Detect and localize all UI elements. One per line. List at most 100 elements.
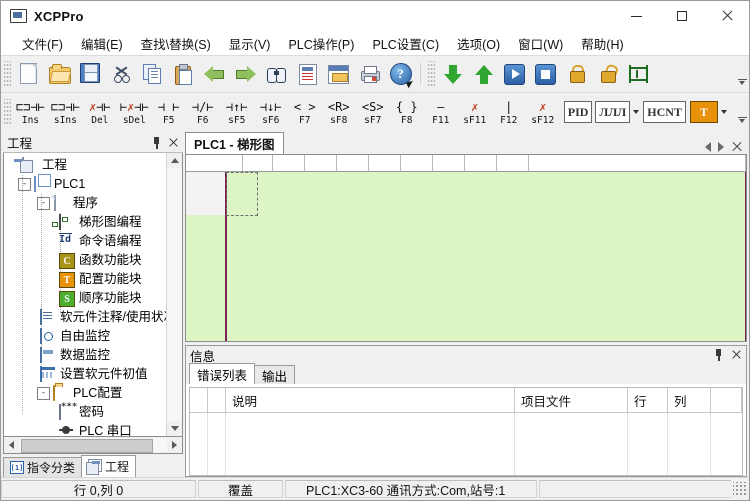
contact-rising-button[interactable]: ⊣↑⊢ sF5 — [220, 95, 254, 129]
error-list-body[interactable] — [190, 413, 742, 475]
contact-falling-button[interactable]: ⊣↓⊢ sF6 — [254, 95, 288, 129]
contact-no-button[interactable]: ⊣ ⊢ F5 — [152, 95, 186, 129]
collapse-expander[interactable]: - — [37, 387, 50, 400]
tree-node-program[interactable]: - 程序 — [6, 194, 166, 213]
ladder-rung-button[interactable] — [623, 59, 654, 89]
project-tree[interactable]: 工程 - PLC1 - 程序 梯形图编程 命令语编程 C 函数功能块 T 配置功… — [4, 153, 166, 436]
insert-column-button[interactable]: ⊏⊐⊣⊢ sIns — [48, 95, 83, 129]
tab-output[interactable]: 输出 — [254, 365, 296, 384]
nav-next-icon[interactable] — [718, 141, 724, 152]
error-list-grid[interactable]: 说明 项目文件 行 列 — [185, 384, 747, 477]
close-button[interactable] — [704, 1, 749, 31]
download-button[interactable] — [437, 59, 468, 89]
horizontal-line-button[interactable]: — F11 — [424, 95, 458, 129]
tree-node-plc-config[interactable]: - PLC配置 — [6, 384, 166, 403]
column-header-blank-2[interactable] — [208, 388, 226, 412]
delete-horizontal-line-button[interactable]: ✗ sF11 — [458, 95, 492, 129]
print-button[interactable] — [354, 59, 385, 89]
collapse-expander[interactable]: - — [18, 178, 31, 191]
dock-tab-project[interactable]: 工程 — [81, 455, 137, 477]
save-button[interactable] — [75, 59, 106, 89]
toolbar-grip[interactable] — [4, 61, 11, 87]
ladder-canvas[interactable] — [186, 172, 746, 341]
menu-options[interactable]: 选项(O) — [448, 31, 509, 56]
pin-icon[interactable] — [151, 136, 162, 149]
config-block-dropdown-icon[interactable] — [720, 110, 727, 114]
column-header-column[interactable]: 列 — [668, 388, 711, 412]
hscroll-track[interactable] — [19, 438, 167, 453]
find-button[interactable] — [261, 59, 292, 89]
tree-node-instruction-programming[interactable]: 命令语编程 — [6, 232, 166, 251]
stop-button[interactable] — [530, 59, 561, 89]
scroll-right-button[interactable] — [167, 438, 182, 452]
scroll-track[interactable] — [167, 168, 182, 421]
tree-node-set-initial-value[interactable]: 设置软元件初值 — [6, 365, 166, 384]
hscroll-thumb[interactable] — [21, 439, 153, 453]
document-window-button[interactable] — [323, 59, 354, 89]
tree-node-device-comment[interactable]: 软元件注释/使用状况 — [6, 308, 166, 327]
lock-button[interactable] — [561, 59, 592, 89]
redo-button[interactable] — [230, 59, 261, 89]
menu-view[interactable]: 显示(V) — [220, 31, 280, 56]
pid-button[interactable]: PID — [563, 101, 593, 123]
dock-tab-instruction-category[interactable]: [1] 指令分类 — [3, 457, 83, 477]
tree-node-plc-serial-port[interactable]: PLC 串口 — [6, 422, 166, 436]
toolbar-grip-2[interactable] — [428, 61, 435, 87]
unlock-button[interactable] — [592, 59, 623, 89]
insert-row-button[interactable]: ⊏⊐⊣⊢ Ins — [13, 95, 48, 129]
new-file-button[interactable] — [13, 59, 44, 89]
maximize-button[interactable] — [659, 1, 704, 31]
menu-edit[interactable]: 编辑(E) — [72, 31, 132, 56]
column-header-project-file[interactable]: 项目文件 — [515, 388, 628, 412]
tree-horizontal-scrollbar[interactable] — [3, 437, 183, 454]
run-button[interactable] — [499, 59, 530, 89]
ladder-cursor[interactable] — [226, 172, 258, 216]
delete-vertical-line-button[interactable]: ✗ sF12 — [526, 95, 560, 129]
close-icon[interactable] — [731, 349, 742, 360]
close-icon[interactable] — [168, 137, 179, 148]
tree-node-plc1[interactable]: - PLC1 — [6, 175, 166, 194]
scroll-left-button[interactable] — [4, 438, 19, 452]
vertical-line-button[interactable]: | F12 — [492, 95, 526, 129]
tree-node-project[interactable]: 工程 — [6, 156, 166, 175]
resize-grip[interactable] — [733, 482, 747, 496]
editor-tab-ladder[interactable]: PLC1 - 梯形图 — [185, 132, 284, 154]
help-button[interactable]: ? — [385, 59, 416, 89]
scroll-up-button[interactable] — [167, 153, 182, 168]
pulse-dropdown-icon[interactable] — [633, 110, 640, 114]
tree-node-sequence-block[interactable]: S 顺序功能块 — [6, 289, 166, 308]
ladder-toolbar-grip[interactable] — [4, 99, 11, 125]
column-header-description[interactable]: 说明 — [226, 388, 515, 412]
menu-file[interactable]: 文件(F) — [13, 31, 72, 56]
open-file-button[interactable] — [44, 59, 75, 89]
hcnt-button[interactable]: HCNT — [643, 101, 686, 123]
menu-plc-operation[interactable]: PLC操作(P) — [279, 31, 363, 56]
cut-button[interactable] — [106, 59, 137, 89]
tree-node-password[interactable]: 密码 — [6, 403, 166, 422]
tree-vertical-scrollbar[interactable] — [166, 153, 182, 436]
tree-node-ladder-programming[interactable]: 梯形图编程 — [6, 213, 166, 232]
nav-prev-icon[interactable] — [705, 141, 711, 152]
delete-row-button[interactable]: ✗ ⊣⊢ Del — [83, 95, 117, 129]
pulse-button[interactable]: ЛЛЛ — [595, 101, 631, 123]
menu-help[interactable]: 帮助(H) — [572, 31, 632, 56]
pin-icon[interactable] — [713, 349, 724, 361]
contact-nc-button[interactable]: ⊣/⊢ F6 — [186, 95, 220, 129]
column-header-row[interactable]: 行 — [628, 388, 668, 412]
tab-error-list[interactable]: 错误列表 — [189, 363, 256, 384]
config-block-button[interactable]: T — [689, 101, 718, 123]
tree-node-free-monitor[interactable]: 自由监控 — [6, 327, 166, 346]
column-header-blank-1[interactable] — [190, 388, 208, 412]
close-icon[interactable] — [731, 141, 742, 152]
tree-node-function-block[interactable]: C 函数功能块 — [6, 251, 166, 270]
minimize-button[interactable] — [614, 1, 659, 31]
document-grid-button[interactable] — [292, 59, 323, 89]
menu-window[interactable]: 窗口(W) — [509, 31, 572, 56]
collapse-expander[interactable]: - — [37, 197, 50, 210]
ladder-toolbar-overflow-button[interactable] — [735, 97, 749, 128]
menu-plc-settings[interactable]: PLC设置(C) — [363, 31, 448, 56]
coil-reset-button[interactable]: <R> sF8 — [322, 95, 356, 129]
copy-button[interactable] — [137, 59, 168, 89]
ladder-editor[interactable] — [185, 154, 747, 342]
undo-button[interactable] — [199, 59, 230, 89]
